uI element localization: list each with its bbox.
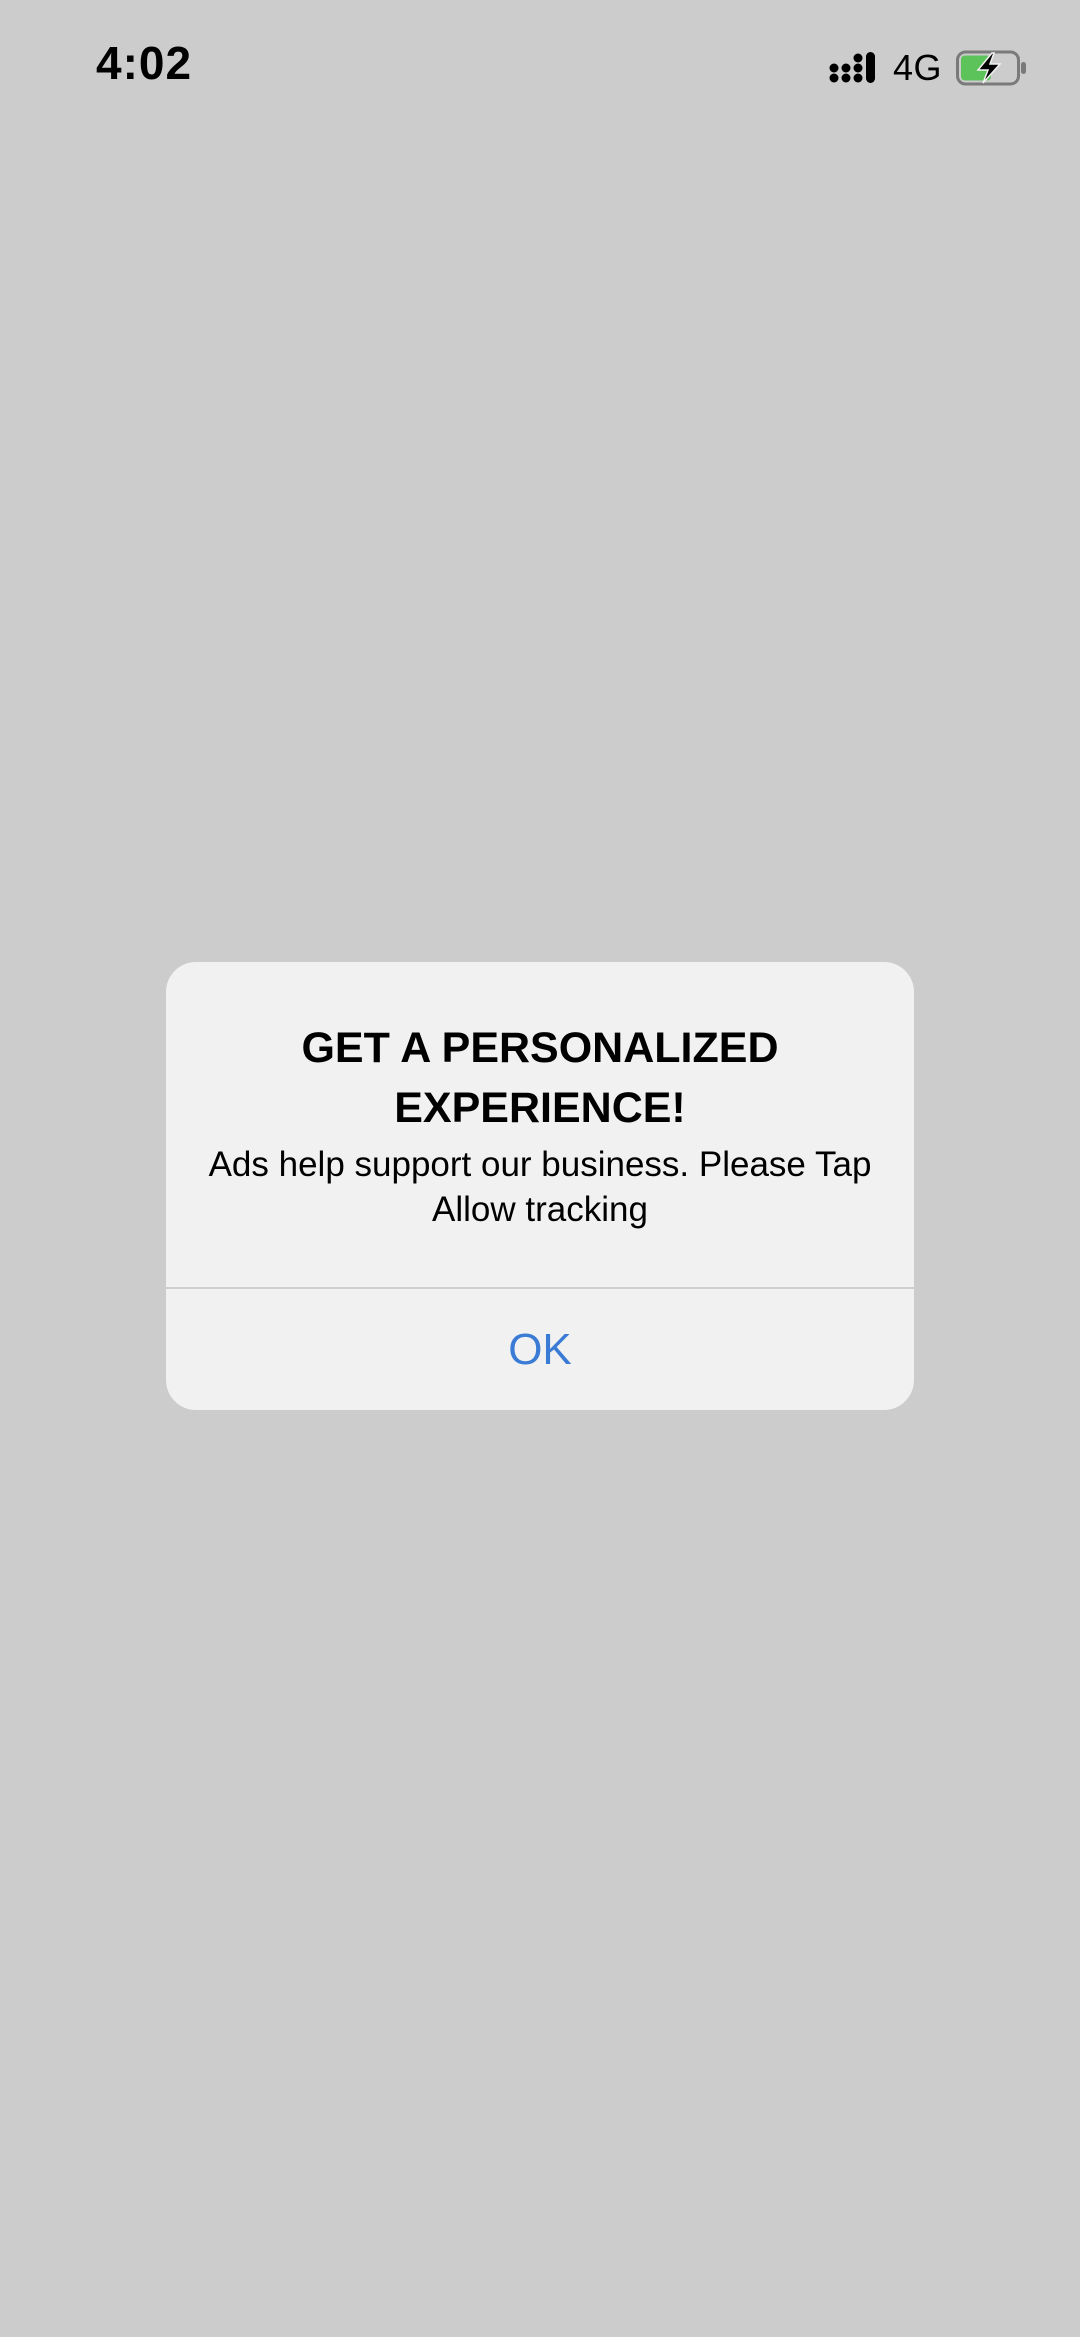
tracking-alert-dialog: GET A PERSONALIZED EXPERIENCE! Ads help … bbox=[166, 962, 914, 1410]
dialog-message: Ads help support our business. Please Ta… bbox=[208, 1145, 872, 1229]
battery-charging-icon bbox=[956, 50, 1028, 86]
dialog-title: GET A PERSONALIZED EXPERIENCE! bbox=[301, 1024, 779, 1132]
network-type: 4G bbox=[892, 47, 942, 88]
signal-icon bbox=[829, 50, 879, 86]
status-time: 4:02 bbox=[96, 37, 193, 89]
status-indicators: 4G bbox=[829, 47, 1028, 88]
dialog-body: GET A PERSONALIZED EXPERIENCE! Ads help … bbox=[166, 962, 914, 1287]
status-bar: 4:02 4G bbox=[0, 0, 1080, 140]
ok-button[interactable]: OK bbox=[166, 1289, 914, 1410]
